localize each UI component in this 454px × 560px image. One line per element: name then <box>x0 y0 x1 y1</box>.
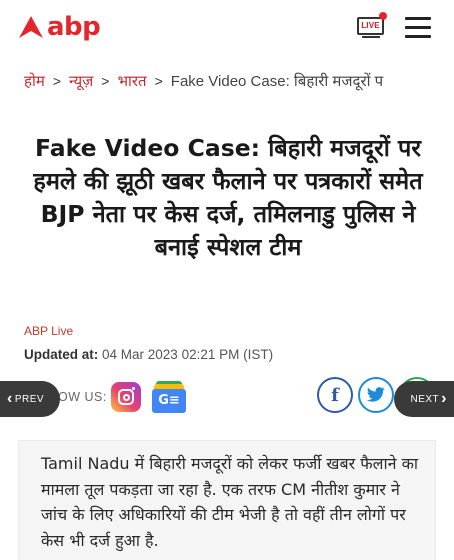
breadcrumb-separator: > <box>101 73 110 89</box>
breadcrumb-separator: > <box>52 73 62 89</box>
instagram-icon[interactable] <box>111 382 141 412</box>
live-label: LIVE <box>361 21 380 30</box>
updated-value: 04 Mar 2023 02:21 PM (IST) <box>102 347 274 362</box>
breadcrumb: होम > न्यूज़ > भारत > Fake Video Case: ब… <box>24 70 454 92</box>
google-news-icon[interactable]: G≡ <box>152 381 186 413</box>
top-bar: abp LIVE <box>0 0 454 56</box>
prev-label: PREV <box>14 393 45 405</box>
article-source[interactable]: ABP Live <box>24 324 73 338</box>
breadcrumb-current: Fake Video Case: बिहारी मजदूरों प <box>170 73 384 90</box>
breadcrumb-india[interactable]: भारत <box>117 71 146 91</box>
follow-us-label: OW US: <box>58 390 107 404</box>
article-summary: Tamil Nadu में बिहारी मजदूरों को लेकर फर… <box>41 454 419 550</box>
next-label: NEXT <box>410 393 440 405</box>
next-article-button[interactable]: NEXT › <box>394 381 454 417</box>
logo-text: abp <box>47 12 101 42</box>
abp-logo[interactable]: abp <box>18 12 101 42</box>
breadcrumb-separator: > <box>154 73 163 89</box>
twitter-icon <box>366 387 385 402</box>
live-tv-icon[interactable]: LIVE <box>357 12 387 38</box>
facebook-icon: f <box>331 384 339 406</box>
chevron-right-icon: › <box>441 390 447 407</box>
article-summary-box: Tamil Nadu में बिहारी मजदूरों को लेकर फर… <box>18 440 436 560</box>
article-headline: Fake Video Case: बिहारी मजदूरों पर हमले … <box>33 134 423 261</box>
breadcrumb-home[interactable]: होम <box>24 71 45 91</box>
live-dot <box>379 12 387 20</box>
article-updated: Updated at: 04 Mar 2023 02:21 PM (IST) <box>24 347 273 362</box>
chevron-left-icon: ‹ <box>7 390 13 407</box>
updated-label: Updated at: <box>24 347 99 362</box>
abp-logo-icon <box>19 16 43 38</box>
hamburger-menu-icon[interactable] <box>405 16 431 38</box>
facebook-share-button[interactable]: f <box>317 377 353 413</box>
prev-article-button[interactable]: ‹ PREV <box>0 381 60 417</box>
breadcrumb-news[interactable]: न्यूज़ <box>69 71 93 91</box>
twitter-share-button[interactable] <box>358 377 394 413</box>
